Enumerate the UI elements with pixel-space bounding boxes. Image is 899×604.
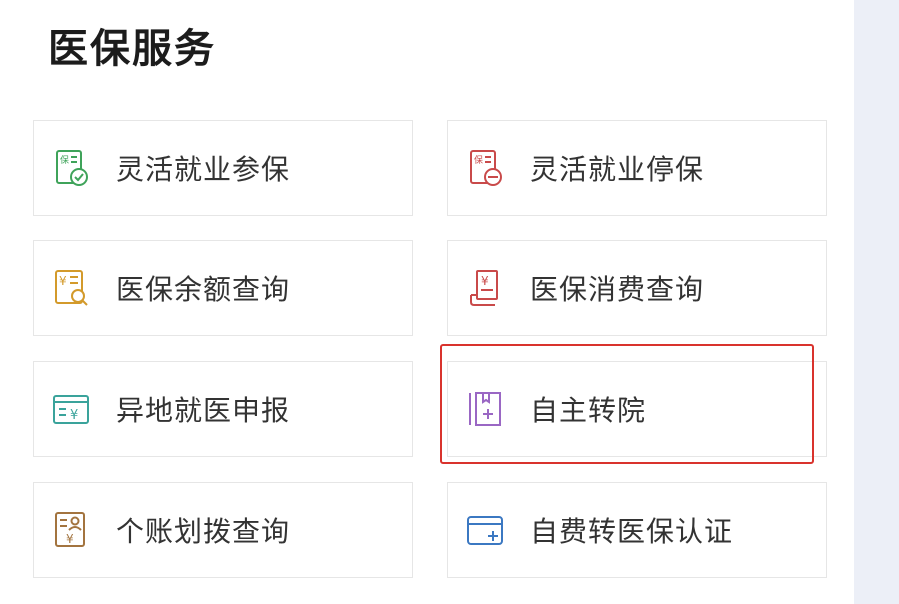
tile-label: 灵活就业停保: [530, 153, 705, 186]
account-transfer-icon: ¥: [50, 509, 92, 551]
svg-text:保: 保: [474, 154, 483, 166]
tile-consumption-query[interactable]: ¥ 医保消费查询: [447, 240, 827, 336]
tile-label: 灵活就业参保: [116, 153, 291, 186]
tile-self-transfer-hospital[interactable]: 自主转院: [447, 361, 827, 457]
hospital-transfer-icon: [464, 388, 506, 430]
tile-flexible-employment-enroll[interactable]: 保 灵活就业参保: [33, 120, 413, 216]
medical-insurance-panel: 医保服务 保 灵活就业参保 保 灵活就业停保 ¥ 医保余额查询 ¥ 医保消费查询…: [0, 0, 854, 604]
tile-label: 医保消费查询: [530, 273, 705, 306]
section-title: 医保服务: [48, 26, 216, 72]
tile-label: 个账划拨查询: [116, 515, 291, 548]
card-plus-icon: [464, 509, 506, 551]
tile-balance-query[interactable]: ¥ 医保余额查询: [33, 240, 413, 336]
tile-label: 异地就医申报: [116, 394, 291, 427]
insurance-check-icon: 保: [50, 147, 92, 189]
tile-self-pay-to-insurance-certification[interactable]: 自费转医保认证: [447, 482, 827, 578]
svg-text:¥: ¥: [70, 408, 78, 423]
svg-text:¥: ¥: [481, 274, 489, 288]
svg-text:¥: ¥: [59, 274, 67, 288]
tile-label: 医保余额查询: [116, 273, 291, 306]
tile-flexible-employment-stop[interactable]: 保 灵活就业停保: [447, 120, 827, 216]
tile-out-of-town-medical-declaration[interactable]: ¥ 异地就医申报: [33, 361, 413, 457]
svg-text:¥: ¥: [66, 532, 74, 546]
tile-label: 自主转院: [530, 394, 647, 427]
receipt-icon: ¥: [464, 267, 506, 309]
insurance-stop-icon: 保: [464, 147, 506, 189]
tile-label: 自费转医保认证: [530, 515, 734, 548]
balance-search-icon: ¥: [50, 267, 92, 309]
svg-text:保: 保: [60, 154, 69, 166]
card-yuan-icon: ¥: [50, 388, 92, 430]
right-gutter: [854, 0, 899, 604]
tile-personal-account-allocation-query[interactable]: ¥ 个账划拨查询: [33, 482, 413, 578]
